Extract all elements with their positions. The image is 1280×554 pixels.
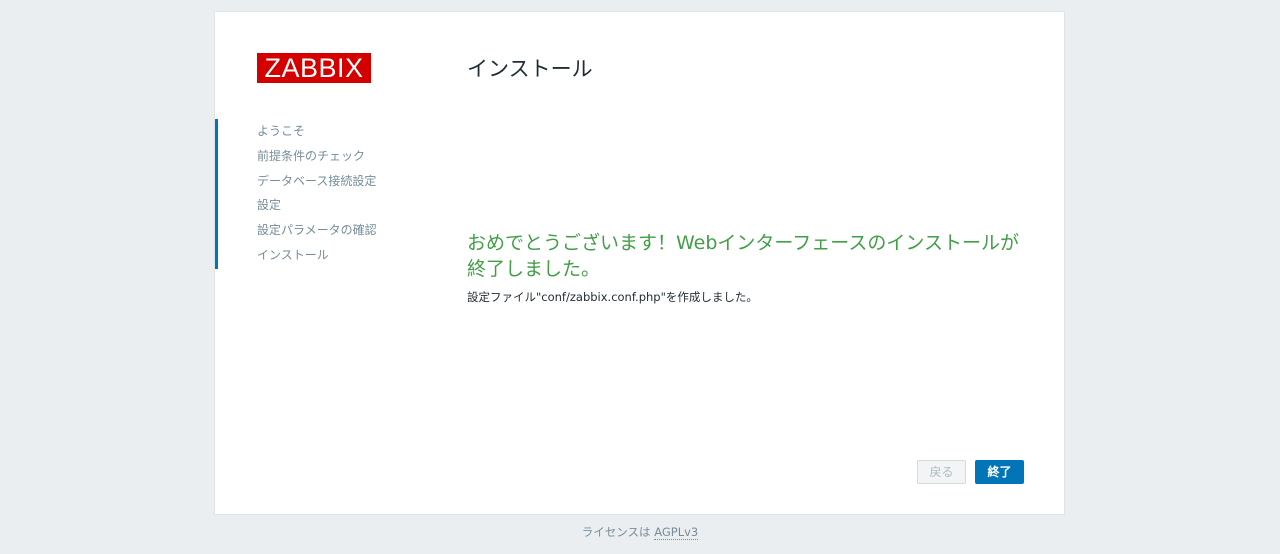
step-install: インストール [257, 247, 329, 262]
success-message: おめでとうございます！Webインターフェースのインストールが終了しました。 [467, 232, 1019, 280]
finish-button[interactable]: 終了 [975, 460, 1024, 484]
back-button[interactable]: 戻る [917, 460, 966, 484]
step-pre-install-summary: 設定パラメータの確認 [257, 223, 377, 238]
footer: ライセンスは AGPLv3 [0, 524, 1280, 540]
page-title: インストール [467, 57, 593, 81]
license-link[interactable]: AGPLv3 [654, 525, 699, 540]
config-file-info: 設定ファイル"conf/zabbix.conf.php"を作成しました。 [467, 290, 758, 304]
setup-card: ZABBIX ようこそ 前提条件のチェック データベース接続設定 設定 設定パラ… [214, 11, 1065, 515]
license-text: ライセンスは [581, 525, 655, 539]
zabbix-logo: ZABBIX [257, 53, 371, 83]
step-db-connection: データベース接続設定 [257, 173, 377, 188]
step-welcome: ようこそ [257, 124, 306, 138]
setup-steps-list: ようこそ 前提条件のチェック データベース接続設定 設定 設定パラメータの確認 … [215, 119, 415, 269]
step-prerequisites: 前提条件のチェック [257, 148, 366, 163]
step-settings: 設定 [257, 198, 282, 213]
